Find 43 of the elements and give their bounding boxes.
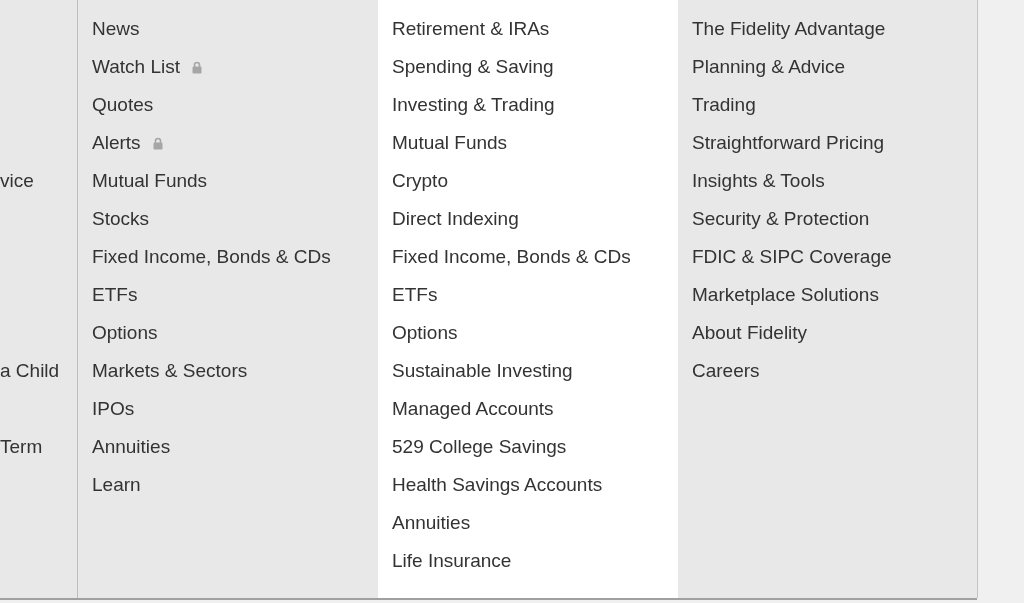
menu-link[interactable]: Watch List	[92, 48, 378, 86]
menu-link[interactable]: Annuities	[392, 504, 678, 542]
menu-link[interactable]: ETFs	[92, 276, 378, 314]
menu-link[interactable]: Term	[0, 428, 77, 466]
menu-link[interactable]: Straightforward Pricing	[692, 124, 977, 162]
menu-link[interactable]: Spending & Saving	[392, 48, 678, 86]
menu-link[interactable]: Managed Accounts	[392, 390, 678, 428]
menu-link[interactable]: News	[92, 10, 378, 48]
menu-link[interactable]: Learn	[92, 466, 378, 504]
menu-link[interactable]: Investing & Trading	[392, 86, 678, 124]
menu-link[interactable]: Mutual Funds	[392, 124, 678, 162]
menu-link[interactable]: Options	[92, 314, 378, 352]
menu-link[interactable]: Retirement & IRAs	[392, 10, 678, 48]
menu-link[interactable]: Insights & Tools	[692, 162, 977, 200]
menu-link[interactable]: Direct Indexing	[392, 200, 678, 238]
menu-link[interactable]: Crypto	[392, 162, 678, 200]
menu-link[interactable]: Trading	[692, 86, 977, 124]
menu-link[interactable]: Sustainable Investing	[392, 352, 678, 390]
menu-link[interactable]: Planning & Advice	[692, 48, 977, 86]
menu-link[interactable]: a Child	[0, 352, 77, 390]
menu-link[interactable]: About Fidelity	[692, 314, 977, 352]
menu-link[interactable]: Careers	[692, 352, 977, 390]
menu-link[interactable]: Options	[392, 314, 678, 352]
menu-link[interactable]: Fixed Income, Bonds & CDs	[92, 238, 378, 276]
lock-icon	[152, 136, 163, 150]
menu-link[interactable]: vice	[0, 162, 77, 200]
lock-icon	[192, 60, 202, 74]
menu-link[interactable]: Alerts	[92, 124, 378, 162]
menu-link[interactable]: Markets & Sectors	[92, 352, 378, 390]
menu-link[interactable]: ETFs	[392, 276, 678, 314]
menu-link[interactable]: Marketplace Solutions	[692, 276, 977, 314]
menu-link[interactable]: Life Insurance	[392, 542, 678, 580]
menu-link[interactable]: Mutual Funds	[92, 162, 378, 200]
menu-link[interactable]: Quotes	[92, 86, 378, 124]
menu-link[interactable]: FDIC & SIPC Coverage	[692, 238, 977, 276]
menu-link[interactable]: Fixed Income, Bonds & CDs	[392, 238, 678, 276]
menu-link[interactable]: 529 College Savings	[392, 428, 678, 466]
menu-link[interactable]: Annuities	[92, 428, 378, 466]
menu-link[interactable]: Stocks	[92, 200, 378, 238]
menu-link[interactable]: Security & Protection	[692, 200, 977, 238]
menu-link[interactable]: IPOs	[92, 390, 378, 428]
menu-link[interactable]: The Fidelity Advantage	[692, 10, 977, 48]
menu-link[interactable]: Health Savings Accounts	[392, 466, 678, 504]
